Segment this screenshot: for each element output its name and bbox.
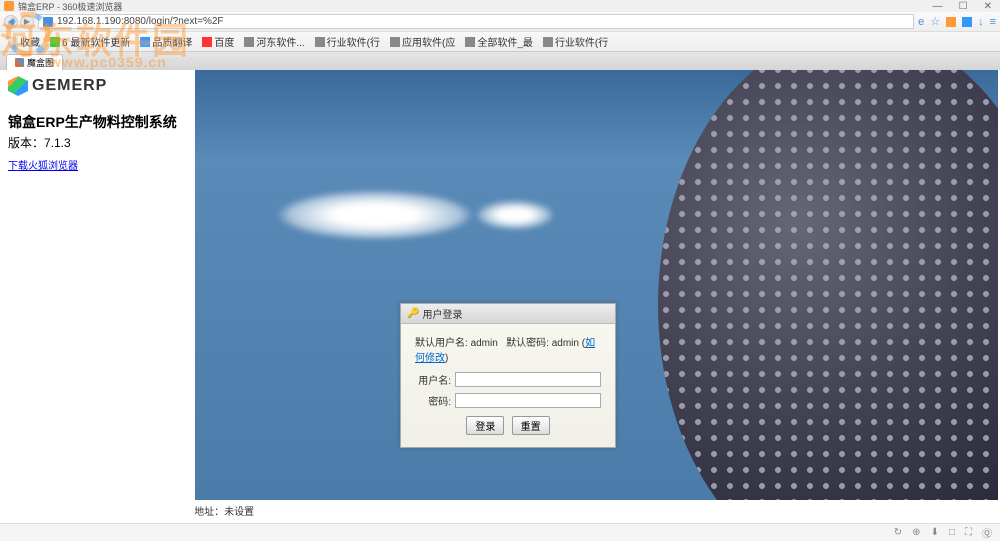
bookmark-item[interactable]: 收藏 (4, 33, 44, 50)
ext-icon-1[interactable] (946, 17, 956, 27)
username-input[interactable] (455, 372, 601, 387)
password-input[interactable] (455, 393, 601, 408)
status-icon[interactable]: Ⓠ (982, 525, 992, 540)
login-header-title: 用户登录 (422, 306, 462, 321)
login-dialog: 🔑 用户登录 默认用户名: admin 默认密码: admin (如何修改) 用… (400, 303, 616, 448)
cloud-decoration (275, 190, 475, 240)
login-header: 🔑 用户登录 (401, 304, 615, 324)
site-icon (43, 17, 53, 27)
logo-text: GEMERP (32, 77, 107, 95)
page-content: GEMERP 锦盒ERP生产物料控制系统 版本：7.1.3 下载火狐浏览器 🔑 … (0, 70, 1000, 518)
background-image (195, 70, 998, 518)
bookmark-item[interactable]: 6 最新软件更新 (46, 33, 134, 50)
bookmark-item[interactable]: 河东软件... (240, 33, 308, 50)
maximize-button[interactable]: ☐ (955, 1, 972, 12)
status-icon[interactable]: □ (949, 527, 955, 538)
bookmarkbar: 收藏 6 最新软件更新 品质翻译 百度 河东软件... 行业软件(行 应用软件(… (0, 32, 1000, 52)
reset-button[interactable]: 重置 (512, 416, 550, 435)
cloud-decoration (475, 200, 555, 230)
close-button[interactable]: ✕ (980, 1, 996, 12)
download-icon[interactable]: ↓ (978, 16, 984, 28)
login-hint: 默认用户名: admin 默认密码: admin (如何修改) (415, 334, 601, 364)
titlebar: 锦盒ERP - 360极速浏览器 — ☐ ✕ (0, 0, 1000, 12)
key-icon: 🔑 (407, 308, 419, 319)
tabbar: 魔盒图 (0, 52, 1000, 70)
sidebar: GEMERP 锦盒ERP生产物料控制系统 版本：7.1.3 下载火狐浏览器 (0, 70, 195, 518)
status-icon[interactable]: ⊕ (912, 527, 920, 538)
minimize-button[interactable]: — (929, 1, 947, 12)
window-title: 锦盒ERP - 360极速浏览器 (18, 0, 122, 13)
app-icon (4, 1, 14, 11)
bookmark-item[interactable]: 百度 (198, 33, 238, 50)
favorite-icon[interactable]: ☆ (930, 15, 940, 28)
bookmark-item[interactable]: 全部软件_最 (461, 33, 537, 50)
login-button[interactable]: 登录 (466, 416, 504, 435)
system-title: 锦盒ERP生产物料控制系统 (0, 112, 195, 132)
download-firefox-link[interactable]: 下载火狐浏览器 (0, 153, 86, 176)
tab-icon (15, 58, 24, 67)
logo: GEMERP (8, 76, 187, 96)
logo-cube-icon (8, 76, 28, 96)
tab-label: 魔盒图 (27, 56, 54, 69)
status-icon[interactable]: ⬇ (931, 527, 939, 538)
back-button[interactable]: ◀ (4, 15, 18, 29)
url-text: 192.168.1.190:8080/login/?next=%2F (57, 16, 224, 27)
menu-icon[interactable]: ≡ (990, 16, 996, 28)
bookmark-item[interactable]: 行业软件(行 (539, 33, 612, 50)
forward-button[interactable]: ▶ (20, 15, 34, 29)
password-label: 密码: (415, 393, 455, 408)
statusbar: ↻ ⊕ ⬇ □ ⛶ Ⓠ (0, 523, 1000, 541)
addressbar: ◀ ▶ 192.168.1.190:8080/login/?next=%2F e… (0, 12, 1000, 32)
bookmark-item[interactable]: 应用软件(应 (386, 33, 459, 50)
bookmark-item[interactable]: 行业软件(行 (311, 33, 384, 50)
building-decoration (658, 70, 998, 518)
status-icon[interactable]: ⛶ (965, 527, 972, 538)
url-input[interactable]: 192.168.1.190:8080/login/?next=%2F (38, 14, 914, 29)
username-label: 用户名: (415, 372, 455, 387)
status-icon[interactable]: ↻ (894, 527, 902, 538)
refresh-icon[interactable]: e (918, 16, 924, 28)
ext-icon-2[interactable] (962, 17, 972, 27)
system-version: 版本：7.1.3 (0, 132, 195, 153)
bookmark-item[interactable]: 品质翻译 (136, 33, 196, 50)
tab-active[interactable]: 魔盒图 (6, 54, 63, 70)
